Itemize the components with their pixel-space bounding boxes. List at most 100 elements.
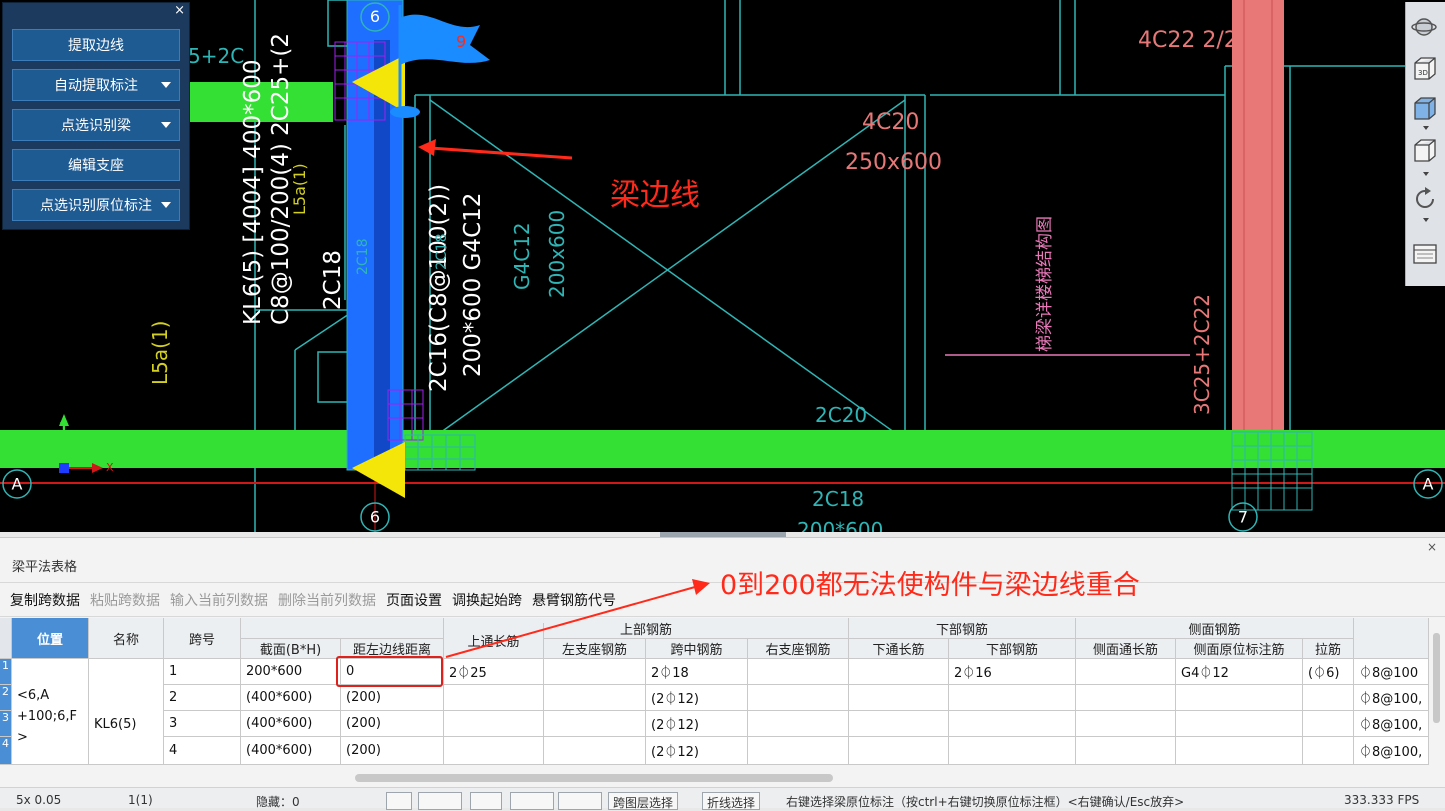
mid-span-cell[interactable]: (2⏀12) bbox=[646, 737, 748, 765]
side-original-cell[interactable] bbox=[1176, 737, 1303, 765]
span-cell[interactable]: 3 bbox=[164, 711, 241, 737]
top-through-cell[interactable] bbox=[444, 711, 544, 737]
cad-canvas[interactable]: 6 6 7 A A Y X KL6(5) [4004] 400*600 C8@1… bbox=[0, 0, 1445, 532]
pick-identify-beam-button[interactable]: 点选识别梁 bbox=[12, 109, 180, 141]
paste-span-data-button[interactable]: 粘贴跨数据 bbox=[90, 590, 160, 610]
right-support-cell[interactable] bbox=[748, 711, 849, 737]
side-through-cell[interactable] bbox=[1076, 659, 1176, 685]
section-cell[interactable]: (400*600) bbox=[241, 685, 341, 711]
rotate-icon[interactable] bbox=[1411, 185, 1441, 215]
right-support-cell[interactable] bbox=[748, 659, 849, 685]
auto-extract-label-button[interactable]: 自动提取标注 bbox=[12, 69, 180, 101]
row-number[interactable]: 3 bbox=[0, 711, 12, 737]
header-name[interactable]: 名称 bbox=[89, 618, 164, 659]
tie-cell[interactable] bbox=[1303, 737, 1354, 765]
view-3d-icon[interactable]: 3D bbox=[1411, 54, 1441, 84]
left-support-cell[interactable] bbox=[544, 711, 646, 737]
left-edge-cell[interactable]: (200) bbox=[341, 685, 444, 711]
side-through-cell[interactable] bbox=[1076, 685, 1176, 711]
top-through-cell[interactable] bbox=[444, 685, 544, 711]
panel-close-icon[interactable]: × bbox=[1427, 540, 1437, 554]
header-bottom-through[interactable]: 下通长筋 bbox=[849, 639, 949, 659]
tool-panel: × 提取边线 自动提取标注 点选识别梁 编辑支座 点选识别原位标注 bbox=[2, 2, 190, 230]
label-4c22: 4C22 2/2 bbox=[1138, 28, 1238, 53]
side-original-cell[interactable]: G4⏀12 bbox=[1176, 659, 1303, 685]
tie-cell[interactable] bbox=[1303, 711, 1354, 737]
stirrup-cell[interactable]: ⏀8@100, bbox=[1354, 685, 1429, 711]
name-cell[interactable]: KL6(5) bbox=[89, 659, 164, 765]
header-side-original[interactable]: 侧面原位标注筋 bbox=[1176, 639, 1303, 659]
mid-span-cell[interactable]: (2⏀12) bbox=[646, 711, 748, 737]
chevron-down-icon[interactable] bbox=[1423, 172, 1429, 176]
header-position[interactable]: 位置 bbox=[12, 618, 89, 659]
layer-panel-icon[interactable] bbox=[1411, 240, 1441, 270]
chevron-down-icon[interactable] bbox=[1423, 126, 1429, 130]
section-cell[interactable]: 200*600 bbox=[241, 659, 341, 685]
top-through-cell[interactable] bbox=[444, 737, 544, 765]
chevron-down-icon[interactable] bbox=[161, 82, 171, 88]
cube-wire-icon[interactable] bbox=[1411, 136, 1441, 166]
page-setup-button[interactable]: 页面设置 bbox=[386, 590, 442, 610]
copy-span-data-button[interactable]: 复制跨数据 bbox=[10, 590, 80, 610]
row-number[interactable]: 1 bbox=[0, 659, 12, 685]
section-cell[interactable]: (400*600) bbox=[241, 737, 341, 765]
side-through-cell[interactable] bbox=[1076, 711, 1176, 737]
right-support-cell[interactable] bbox=[748, 737, 849, 765]
bottom-bar-cell[interactable]: 2⏀16 bbox=[949, 659, 1076, 685]
cube-solid-icon[interactable] bbox=[1411, 94, 1441, 124]
mid-span-cell[interactable]: (2⏀12) bbox=[646, 685, 748, 711]
stirrup-cell[interactable]: ⏀8@100, bbox=[1354, 711, 1429, 737]
header-bottom-bar[interactable]: 下部钢筋 bbox=[949, 639, 1076, 659]
angle-icon[interactable] bbox=[510, 792, 554, 810]
span-layer-select-button[interactable]: 跨图层选择 bbox=[608, 792, 679, 810]
right-support-cell[interactable] bbox=[748, 685, 849, 711]
bottom-bar-cell[interactable] bbox=[949, 737, 1076, 765]
edit-support-button[interactable]: 编辑支座 bbox=[12, 149, 180, 181]
tie-cell[interactable]: (⏀6) bbox=[1303, 659, 1354, 685]
side-original-cell[interactable] bbox=[1176, 685, 1303, 711]
header-side-through[interactable]: 侧面通长筋 bbox=[1076, 639, 1176, 659]
horizontal-scrollbar[interactable] bbox=[355, 774, 833, 782]
stirrup-cell[interactable]: ⏀8@100 bbox=[1354, 659, 1429, 685]
extract-edge-button[interactable]: 提取边线 bbox=[12, 29, 180, 61]
side-original-cell[interactable] bbox=[1176, 711, 1303, 737]
polyline-select-button[interactable]: 折线选择 bbox=[702, 792, 761, 810]
tie-cell[interactable] bbox=[1303, 685, 1354, 711]
left-support-cell[interactable] bbox=[544, 685, 646, 711]
ortho-icon[interactable] bbox=[386, 792, 412, 810]
row-number[interactable]: 2 bbox=[0, 685, 12, 711]
header-right-support[interactable]: 右支座钢筋 bbox=[748, 639, 849, 659]
bottom-through-cell[interactable] bbox=[849, 685, 949, 711]
bottom-bar-cell[interactable] bbox=[949, 685, 1076, 711]
bottom-through-cell[interactable] bbox=[849, 737, 949, 765]
left-support-cell[interactable] bbox=[544, 737, 646, 765]
vertical-scrollbar[interactable] bbox=[1433, 633, 1440, 723]
offset-icon[interactable] bbox=[558, 792, 602, 810]
chevron-down-icon[interactable] bbox=[1423, 218, 1429, 222]
tool-panel-close-icon[interactable]: × bbox=[174, 3, 185, 19]
span-cell[interactable]: 2 bbox=[164, 685, 241, 711]
snap-mode-icon[interactable] bbox=[418, 792, 462, 810]
orbit-icon[interactable] bbox=[1411, 14, 1441, 44]
span-cell[interactable]: 4 bbox=[164, 737, 241, 765]
header-tie[interactable]: 拉筋 bbox=[1303, 639, 1354, 659]
section-cell[interactable]: (400*600) bbox=[241, 711, 341, 737]
side-through-cell[interactable] bbox=[1076, 737, 1176, 765]
intersect-icon[interactable] bbox=[470, 792, 502, 810]
stirrup-cell[interactable]: ⏀8@100, bbox=[1354, 737, 1429, 765]
left-edge-cell[interactable]: (200) bbox=[341, 737, 444, 765]
left-edge-cell[interactable]: (200) bbox=[341, 711, 444, 737]
bottom-through-cell[interactable] bbox=[849, 659, 949, 685]
header-section[interactable]: 截面(B*H) bbox=[241, 639, 341, 659]
header-span[interactable]: 跨号 bbox=[164, 618, 241, 659]
bottom-bar-cell[interactable] bbox=[949, 711, 1076, 737]
chevron-down-icon[interactable] bbox=[161, 202, 171, 208]
row-number[interactable]: 4 bbox=[0, 737, 12, 765]
input-column-data-button[interactable]: 输入当前列数据 bbox=[170, 590, 268, 610]
span-cell[interactable]: 1 bbox=[164, 659, 241, 685]
position-cell[interactable]: <6,A +100;6,F > bbox=[12, 659, 89, 765]
bottom-through-cell[interactable] bbox=[849, 711, 949, 737]
delete-column-data-button[interactable]: 删除当前列数据 bbox=[278, 590, 376, 610]
pick-identify-original-label-button[interactable]: 点选识别原位标注 bbox=[12, 189, 180, 221]
chevron-down-icon[interactable] bbox=[161, 122, 171, 128]
